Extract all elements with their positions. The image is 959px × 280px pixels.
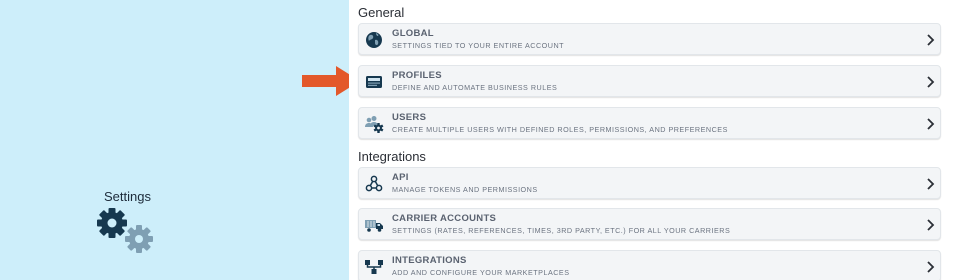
card-title: PROFILES xyxy=(392,70,442,81)
card-subtitle: MANAGE TOKENS AND PERMISSIONS xyxy=(392,185,538,194)
card-title: GLOBAL xyxy=(392,28,434,39)
card-title: INTEGRATIONS xyxy=(392,255,467,266)
chevron-right-icon xyxy=(922,217,938,233)
card-title: USERS xyxy=(392,112,427,123)
settings-card-carrier-accounts[interactable]: CARRIER ACCOUNTS SETTINGS (RATES, REFERE… xyxy=(358,208,941,240)
settings-card-users[interactable]: USERS CREATE MULTIPLE USERS WITH DEFINED… xyxy=(358,107,941,139)
api-nodes-icon xyxy=(364,174,384,194)
card-subtitle: DEFINE AND AUTOMATE BUSINESS RULES xyxy=(392,83,558,92)
sidebar-title: Settings xyxy=(104,189,151,204)
settings-card-integrations[interactable]: INTEGRATIONS ADD AND CONFIGURE YOUR MARK… xyxy=(358,250,941,280)
chevron-right-icon xyxy=(922,176,938,192)
card-subtitle: CREATE MULTIPLE USERS WITH DEFINED ROLES… xyxy=(392,125,728,134)
section-title-general: General xyxy=(358,5,405,20)
sitemap-icon xyxy=(364,257,384,277)
card-title: API xyxy=(392,172,409,183)
gears-icon xyxy=(96,207,160,257)
card-title: CARRIER ACCOUNTS xyxy=(392,213,497,224)
settings-sidebar: Settings xyxy=(0,0,349,280)
card-subtitle: ADD AND CONFIGURE YOUR MARKETPLACES xyxy=(392,268,570,277)
card-subtitle: SETTINGS (RATES, REFERENCES, TIMES, 3RD … xyxy=(392,226,731,235)
settings-card-global[interactable]: GLOBAL SETTINGS TIED TO YOUR ENTIRE ACCO… xyxy=(358,23,941,55)
truck-icon xyxy=(364,215,384,235)
settings-card-profiles[interactable]: PROFILES DEFINE AND AUTOMATE BUSINESS RU… xyxy=(358,65,941,97)
profile-card-icon xyxy=(364,72,384,92)
chevron-right-icon xyxy=(922,74,938,90)
globe-icon xyxy=(364,30,384,50)
users-gear-icon xyxy=(364,114,384,134)
chevron-right-icon xyxy=(922,32,938,48)
settings-main-panel: General GLOBAL SETTINGS TIED TO YOUR ENT… xyxy=(349,0,959,280)
chevron-right-icon xyxy=(922,116,938,132)
card-subtitle: SETTINGS TIED TO YOUR ENTIRE ACCOUNT xyxy=(392,41,565,50)
chevron-right-icon xyxy=(922,259,938,275)
section-title-integrations: Integrations xyxy=(358,149,426,164)
settings-card-api[interactable]: API MANAGE TOKENS AND PERMISSIONS xyxy=(358,167,941,199)
